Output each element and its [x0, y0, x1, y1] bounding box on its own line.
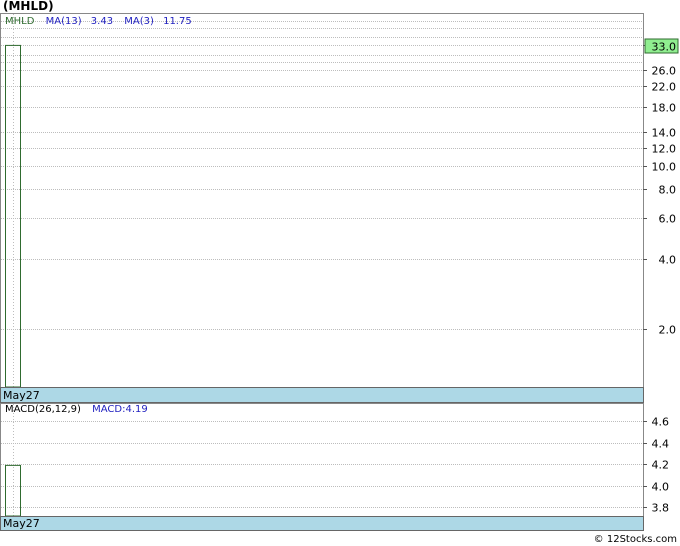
price-tick-label: 10.0 [652, 161, 677, 174]
price-tick-label: 6.0 [659, 213, 677, 226]
price-tick-label: 2.0 [659, 324, 677, 337]
price-panel-frame [0, 13, 644, 403]
price-axis-ticks: 2.0 4.0 6.0 8.0 10.0 12.0 14.0 18.0 22.0 26.0 [643, 45, 677, 337]
macd-date-label: May27 [3, 517, 40, 530]
macd-tick-label: 4.0 [652, 481, 670, 494]
macd-tick-label: 4.4 [652, 438, 670, 451]
legend-ma13-label: MA(13) [46, 16, 82, 27]
price-tick-label: 26.0 [652, 65, 677, 78]
macd-legend: MACD(26,12,9) MACD:4.19 [5, 404, 148, 415]
macd-tick-label: 4.6 [652, 416, 670, 429]
last-price-tag: 33.0 [652, 41, 677, 54]
macd-legend-value: MACD:4.19 [92, 404, 148, 415]
price-tick-label: 8.0 [659, 184, 677, 197]
macd-axis-ticks: 3.8 4.0 4.2 4.4 4.6 [643, 416, 669, 515]
macd-tick-label: 3.8 [652, 502, 670, 515]
price-legend: MHLD MA(13) 3.43 MA(3) 11.75 [5, 16, 192, 27]
legend-ma13-value: 3.43 [91, 16, 113, 27]
macd-date-band [0, 516, 644, 531]
legend-ma3-label: MA(3) [124, 16, 154, 27]
copyright-text: © 12Stocks.com [594, 534, 677, 545]
price-date-label: May27 [3, 389, 40, 402]
macd-panel-frame [0, 403, 644, 531]
price-tick-label: 14.0 [652, 127, 677, 140]
price-tick-label: 12.0 [652, 143, 677, 156]
legend-ma3-value: 11.75 [163, 16, 192, 27]
macd-tick-label: 4.2 [652, 459, 670, 472]
legend-symbol: MHLD [5, 16, 35, 27]
stock-chart: 2.0 4.0 6.0 8.0 10.0 12.0 14.0 18.0 22.0 26.0 MHL… [0, 13, 679, 545]
price-tick-label: 4.0 [659, 254, 677, 267]
macd-legend-label: MACD(26,12,9) [5, 404, 81, 415]
price-tick-label: 22.0 [652, 81, 677, 94]
price-tick-label: 18.0 [652, 102, 677, 115]
price-date-band [0, 387, 644, 403]
